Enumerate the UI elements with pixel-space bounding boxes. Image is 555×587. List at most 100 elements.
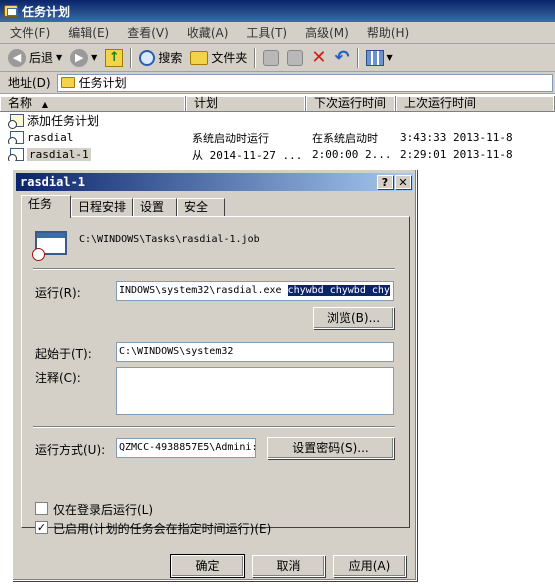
window-title: 任务计划 xyxy=(22,4,71,19)
task-name: rasdial xyxy=(27,131,74,144)
divider xyxy=(33,426,395,428)
column-name-label: 名称 xyxy=(8,96,33,110)
run-as-field[interactable]: QZMCC-4938857E5\Admini: xyxy=(116,438,256,458)
start-in-field[interactable]: C:\WINDOWS\system32 xyxy=(116,342,394,362)
address-value: 任务计划 xyxy=(78,76,127,90)
task-next-run: 在系统启动时 xyxy=(312,131,378,145)
comments-label: 注释(C): xyxy=(35,371,81,385)
scheduled-tasks-icon xyxy=(4,5,18,17)
explorer-title-bar: 任务计划 xyxy=(0,0,555,22)
task-schedule: 从 2014-11-27 ... xyxy=(192,148,303,162)
menu-view[interactable]: 查看(V) xyxy=(118,24,178,41)
folder-icon xyxy=(190,50,209,65)
tab-task[interactable]: 任务 xyxy=(21,195,71,218)
help-button[interactable]: ? xyxy=(377,175,393,189)
task-icon xyxy=(8,148,24,161)
task-job-icon xyxy=(32,231,67,261)
back-label: 后退 xyxy=(29,51,54,65)
column-header-last-run[interactable]: 上次运行时间 xyxy=(396,96,555,111)
task-last-run: 3:43:33 2013-11-8 xyxy=(400,131,513,144)
dialog-title-bar: rasdial-1 ? ✕ xyxy=(16,173,413,191)
column-header-schedule[interactable]: 计划 xyxy=(186,96,306,111)
dialog-title: rasdial-1 xyxy=(20,175,86,189)
task-icon xyxy=(8,131,24,144)
back-arrow-icon: ◀ xyxy=(8,48,26,67)
list-item[interactable]: 添加任务计划 xyxy=(0,112,555,129)
forward-arrow-icon: ▶ xyxy=(70,48,89,67)
task-next-run: 2:00:00 2... xyxy=(312,148,392,161)
column-header-name[interactable]: 名称 ▲ xyxy=(0,96,186,111)
run-only-if-logged-on-checkbox[interactable] xyxy=(35,502,48,515)
menu-edit[interactable]: 编辑(E) xyxy=(59,24,118,41)
up-folder-button[interactable]: ↑ xyxy=(101,46,127,70)
add-task-icon xyxy=(8,114,24,129)
run-only-if-logged-on-label: 仅在登录后运行(L) xyxy=(53,503,154,517)
undo-button[interactable]: ↶ xyxy=(330,46,353,70)
folders-button[interactable]: 文件夹 xyxy=(186,46,251,70)
column-header-next-run[interactable]: 下次运行时间 xyxy=(306,96,396,111)
start-in-label: 起始于(T): xyxy=(35,347,92,361)
menu-file[interactable]: 文件(F) xyxy=(6,24,59,41)
menu-advanced[interactable]: 高级(M) xyxy=(296,24,358,41)
menu-help[interactable]: 帮助(H) xyxy=(358,24,418,41)
tab-settings[interactable]: 设置 xyxy=(133,198,177,217)
task-properties-dialog: rasdial-1 ? ✕ 任务 日程安排 设置 安全 C:\WINDOWS\T… xyxy=(12,169,417,581)
move-to-button[interactable] xyxy=(259,46,283,70)
run-command-field[interactable]: INDOWS\system32\rasdial.exe chywbd chywb… xyxy=(116,281,394,301)
delete-button[interactable]: ✕ xyxy=(307,46,330,70)
toolbar: ◀ 后退 ▼ ▶ ▼ ↑ 搜索 文件夹 ✕ ↶ ▼ xyxy=(0,44,555,72)
back-button[interactable]: ◀ 后退 ▼ xyxy=(4,46,66,70)
copy-to-icon xyxy=(287,49,304,66)
move-to-icon xyxy=(263,49,280,66)
chevron-down-icon[interactable]: ▼ xyxy=(91,53,97,62)
search-button[interactable]: 搜索 xyxy=(135,46,186,70)
list-item[interactable]: rasdial 系统启动时运行 在系统启动时 3:43:33 2013-11-8 xyxy=(0,129,555,146)
task-name: 添加任务计划 xyxy=(27,114,100,128)
toolbar-separator xyxy=(356,47,359,68)
address-bar: 地址(D) 任务计划 xyxy=(0,72,555,94)
undo-icon: ↶ xyxy=(334,46,350,68)
address-field[interactable]: 任务计划 xyxy=(56,73,553,92)
cancel-button[interactable]: 取消 xyxy=(252,555,325,577)
forward-button[interactable]: ▶ ▼ xyxy=(66,46,101,70)
run-command-selected-text: chywbd chywbd chy xyxy=(287,285,390,296)
run-command-text: INDOWS\system32\rasdial.exe xyxy=(119,285,288,296)
run-label: 运行(R): xyxy=(35,286,81,300)
enabled-label: 已启用(计划的任务会在指定时间运行)(E) xyxy=(53,522,272,536)
tab-security[interactable]: 安全 xyxy=(177,198,225,217)
tab-schedule[interactable]: 日程安排 xyxy=(71,198,133,217)
up-folder-icon: ↑ xyxy=(105,48,124,67)
menu-favorites[interactable]: 收藏(A) xyxy=(178,24,238,41)
chevron-down-icon[interactable]: ▼ xyxy=(56,53,62,62)
menu-bar: 文件(F) 编辑(E) 查看(V) 收藏(A) 工具(T) 高级(M) 帮助(H… xyxy=(0,22,555,44)
chevron-down-icon[interactable]: ▼ xyxy=(387,53,393,62)
browse-button[interactable]: 浏览(B)... xyxy=(313,307,394,329)
divider xyxy=(33,268,395,270)
toolbar-separator xyxy=(254,47,257,68)
set-password-button[interactable]: 设置密码(S)... xyxy=(267,437,394,459)
list-item[interactable]: rasdial-1 从 2014-11-27 ... 2:00:00 2... … xyxy=(0,146,555,163)
views-button[interactable]: ▼ xyxy=(362,46,397,70)
task-name: rasdial-1 xyxy=(27,148,91,161)
job-path: C:\WINDOWS\Tasks\rasdial-1.job xyxy=(79,234,260,245)
ok-button[interactable]: 确定 xyxy=(170,554,245,578)
sort-ascending-icon: ▲ xyxy=(41,100,48,109)
search-label: 搜索 xyxy=(158,51,183,65)
copy-to-button[interactable] xyxy=(283,46,307,70)
task-list: 添加任务计划 rasdial 系统启动时运行 在系统启动时 3:43:33 20… xyxy=(0,112,555,163)
toolbar-separator xyxy=(130,47,133,68)
list-header: 名称 ▲ 计划 下次运行时间 上次运行时间 xyxy=(0,96,555,112)
search-icon xyxy=(139,49,156,66)
delete-icon: ✕ xyxy=(311,46,327,68)
folders-label: 文件夹 xyxy=(211,51,248,65)
apply-button[interactable]: 应用(A) xyxy=(333,555,406,577)
enabled-checkbox[interactable]: ✓ xyxy=(35,521,48,534)
address-label: 地址(D) xyxy=(8,76,51,90)
run-as-label: 运行方式(U): xyxy=(35,443,106,457)
views-icon xyxy=(365,49,384,66)
close-button[interactable]: ✕ xyxy=(395,175,411,189)
task-schedule: 系统启动时运行 xyxy=(192,131,269,145)
comments-field[interactable] xyxy=(116,367,394,415)
menu-tools[interactable]: 工具(T) xyxy=(237,24,296,41)
scheduled-tasks-icon xyxy=(60,77,75,88)
